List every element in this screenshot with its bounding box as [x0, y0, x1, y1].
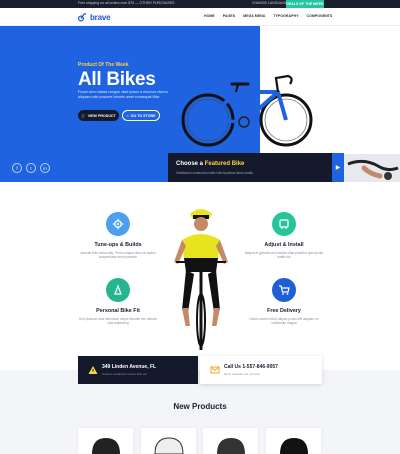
- contact-cards: 349 Linden Avenue, FL Curious vestibulum…: [78, 356, 322, 384]
- go-to-store-button[interactable]: ⌂ GO TO STORE: [122, 110, 160, 121]
- product-card[interactable]: [266, 428, 321, 454]
- warning-icon: [88, 366, 98, 374]
- phone-sub: Nunc volutpat orci, sit amet: [224, 372, 261, 376]
- hero-tagline: Product Of The Week: [78, 62, 129, 68]
- site-header: brave HOME PAGES MEGA MENU TYPOGRAPHY CO…: [0, 8, 400, 26]
- service-description: Sed placerat urna bibendum neque loborti…: [79, 317, 157, 326]
- hero-section: Product Of The Week All Bikes Fusce sem …: [0, 26, 400, 182]
- service-bike-fit: Personal Bike Fit Sed placerat urna bibe…: [78, 278, 158, 325]
- brand-name: brave: [90, 12, 111, 22]
- helmet-image: [217, 438, 245, 454]
- nav-pages[interactable]: PAGES: [223, 14, 235, 18]
- view-product-button[interactable]: 🛒 VIEW PRODUCT: [78, 110, 119, 121]
- phone-text: Call Us 1-557-846-9057: [224, 364, 278, 370]
- facebook-icon[interactable]: f: [12, 163, 22, 173]
- main-nav: HOME PAGES MEGA MENU TYPOGRAPHY COMPONEN…: [204, 14, 332, 18]
- nav-home[interactable]: HOME: [204, 14, 215, 18]
- address-text: 349 Linden Avenue, FL: [102, 364, 157, 370]
- nav-mega-menu[interactable]: MEGA MENU: [243, 14, 265, 18]
- service-adjust-install: Adjust & Install Magna et gravida sed lo…: [244, 212, 324, 259]
- service-description: Magna et gravida sed lobortis vitae phar…: [244, 251, 324, 260]
- featured-title-a: Choose a: [176, 161, 204, 167]
- store-icon: ⌂: [126, 113, 129, 118]
- service-title: Adjust & Install: [264, 242, 304, 248]
- phone-card[interactable]: Call Us 1-557-846-9057 Nunc volutpat orc…: [200, 356, 322, 384]
- promo-message: Free shipping on all orders over $75 — O…: [78, 1, 175, 5]
- hero-description: Fusce sem massa congue vitae ipsum a rho…: [78, 90, 168, 99]
- services-section: Tune-ups & Builds Aenean felis metus ali…: [0, 182, 400, 352]
- deals-button[interactable]: DEALS OF THE WEEK: [286, 0, 324, 8]
- go-to-store-label: GO TO STORE: [130, 113, 156, 118]
- product-card[interactable]: [141, 428, 196, 454]
- cyclist-image: [174, 209, 228, 350]
- service-free-delivery: Free Delivery Donec lacinia elit ut aliq…: [244, 278, 324, 325]
- service-description: Aenean felis metus aliq. Proin conque do…: [80, 251, 156, 260]
- gear-icon: [106, 212, 130, 236]
- product-card[interactable]: [203, 428, 258, 454]
- service-title: Free Delivery: [267, 308, 301, 314]
- hero-title: All Bikes: [78, 69, 156, 90]
- envelope-icon: [210, 366, 220, 374]
- social-links: f t in: [12, 163, 50, 173]
- service-title: Tune-ups & Builds: [94, 242, 142, 248]
- address-card: 349 Linden Avenue, FL Curious vestibulum…: [78, 356, 198, 384]
- brand-logo[interactable]: brave: [78, 12, 111, 22]
- new-products-title: New Products: [173, 402, 227, 411]
- helmet-image: [280, 438, 308, 454]
- handlebar-image: [344, 154, 400, 182]
- handlebar-photo: [344, 154, 400, 182]
- featured-bike-banner[interactable]: Choose a Featured Bike Vestibulum commod…: [168, 153, 344, 182]
- cart-icon: [272, 278, 296, 302]
- arrow-right-icon[interactable]: ▶: [332, 153, 344, 182]
- logo-mark-icon: [78, 13, 86, 22]
- nav-typography[interactable]: TYPOGRAPHY: [273, 14, 298, 18]
- bike-fit-icon: [106, 278, 130, 302]
- service-tune-ups: Tune-ups & Builds Aenean felis metus ali…: [78, 212, 158, 259]
- linkedin-icon[interactable]: in: [40, 163, 50, 173]
- service-title: Personal Bike Fit: [96, 308, 140, 314]
- hero-bike-image: [181, 74, 313, 147]
- featured-title: Choose a Featured Bike: [176, 161, 244, 167]
- tools-icon: [272, 212, 296, 236]
- top-bar: Free shipping on all orders over $75 — O…: [0, 0, 400, 8]
- helmet-image: [154, 437, 184, 454]
- service-description: Donec lacinia elit ut aliquet porta veli…: [249, 317, 319, 326]
- featured-subtitle: Vestibulum commodo mollis nibh faucibus …: [176, 171, 253, 175]
- helmet-image: [92, 438, 120, 454]
- language-selector[interactable]: CHANGE LANGUAGE ▾: [252, 1, 290, 5]
- twitter-icon[interactable]: t: [26, 163, 36, 173]
- address-sub: Curious vestibulum lorem felis vel: [102, 372, 147, 376]
- cart-icon: 🛒: [81, 113, 86, 118]
- view-product-label: VIEW PRODUCT: [87, 113, 116, 118]
- featured-title-b: Featured Bike: [204, 161, 245, 167]
- nav-components[interactable]: COMPONENTS: [307, 14, 333, 18]
- product-card[interactable]: [78, 428, 133, 454]
